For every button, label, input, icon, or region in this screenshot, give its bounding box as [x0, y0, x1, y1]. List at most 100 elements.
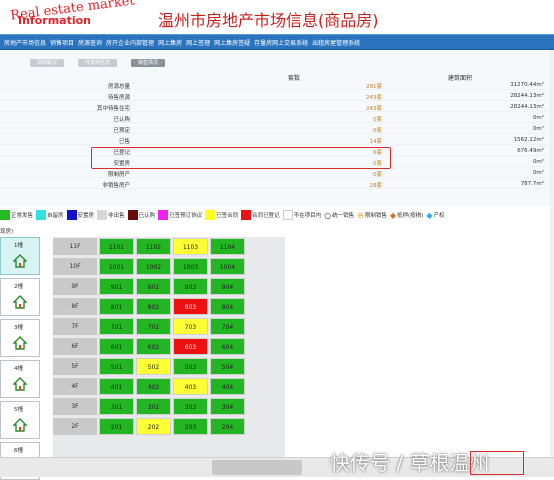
legend-item-mortgage: ◆ 抵押(按揭)	[390, 211, 423, 220]
unit-cell[interactable]: 702	[136, 318, 171, 335]
unit-cell[interactable]: 1002	[136, 258, 171, 275]
building-item[interactable]: 1幢	[0, 237, 40, 275]
stats-row: 其中待售住宅 243套 28244.13m²	[0, 102, 554, 112]
stats-row-count: 0套	[373, 172, 382, 178]
legend-item: 合同已登记	[241, 210, 280, 220]
circle-icon: ○	[324, 210, 332, 220]
unit-cell[interactable]: 601	[99, 338, 134, 355]
stats-row-area: 28244.13m²	[510, 93, 544, 99]
unit-cell[interactable]: 1004	[210, 258, 245, 275]
nav-item-housing-search[interactable]: 房源查询	[78, 38, 102, 47]
unit-cell[interactable]: 903	[173, 278, 208, 295]
stats-row-area: 0m²	[532, 126, 544, 132]
unit-cell[interactable]: 1104	[210, 238, 245, 255]
tab-developer-info[interactable]: 开发商信息	[78, 59, 118, 67]
unit-cell[interactable]: 901	[99, 278, 134, 295]
legend-swatch	[205, 210, 216, 220]
stats-row: 已预定 0套 0m²	[0, 124, 554, 134]
floor-row: 2F 201 202 203 204	[53, 417, 285, 437]
legend-label: 已认购	[138, 213, 156, 219]
unit-cell[interactable]: 1003	[173, 258, 208, 275]
unit-cell[interactable]: 404	[210, 378, 245, 395]
legend-swatch	[127, 210, 138, 220]
vertical-scrollbar[interactable]	[550, 50, 554, 457]
scroll-thumb[interactable]	[212, 460, 302, 475]
building-label: 5幢	[14, 407, 23, 413]
nav-item-online-collection[interactable]: 网上集房	[158, 38, 182, 47]
unit-cell[interactable]: 802	[136, 298, 171, 315]
stats-row-label: 其中待售住宅	[96, 106, 130, 112]
unit-cell[interactable]: 202	[136, 418, 171, 435]
stats-row-label: 待售房源	[107, 95, 130, 101]
unit-cell[interactable]: 1103	[173, 238, 208, 255]
highlight-annotation-bottom	[470, 451, 524, 475]
floor-row: 9F 901 902 903 904	[53, 277, 285, 297]
tab-project-overview[interactable]: 项目概况	[30, 59, 65, 67]
stats-row-count: 243套	[366, 95, 382, 101]
unit-cell[interactable]: 203	[173, 418, 208, 435]
unit-cell[interactable]: 1102	[136, 238, 171, 255]
stats-row-label: 非销售房产	[102, 183, 130, 189]
site-title: 温州市房地产市场信息(商品房)	[158, 11, 379, 30]
unit-cell[interactable]: 902	[136, 278, 171, 295]
building-item[interactable]: 2幢	[0, 278, 40, 316]
unit-cell[interactable]: 704	[210, 318, 245, 335]
unit-cell[interactable]: 403	[173, 378, 208, 395]
unit-cell[interactable]: 501	[99, 358, 134, 375]
tab-sales-status[interactable]: 销售情况	[131, 59, 166, 67]
unit-cell[interactable]: 302	[136, 398, 171, 415]
unit-cell[interactable]: 703	[173, 318, 208, 335]
nav-item-rental[interactable]: 出租房屋管理系统	[312, 38, 360, 47]
unit-cell[interactable]: 502	[136, 358, 171, 375]
unit-cell[interactable]: 503	[173, 358, 208, 375]
legend-swatch	[241, 210, 252, 220]
nav-item-online-collection-sign[interactable]: 网上集房签疑	[214, 38, 250, 47]
legend-swatch	[0, 210, 10, 220]
unit-cell[interactable]: 304	[210, 398, 245, 415]
nav-item-sales-projects[interactable]: 销售项目	[50, 38, 74, 47]
unit-cell[interactable]: 504	[210, 358, 245, 375]
legend-swatch	[66, 210, 77, 220]
building-label: 3幢	[14, 325, 23, 331]
unit-cell[interactable]: 803	[173, 298, 208, 315]
unit-cell[interactable]: 1101	[99, 238, 134, 255]
unit-cell[interactable]: 401	[99, 378, 134, 395]
building-icon	[13, 377, 27, 391]
unit-cell[interactable]: 701	[99, 318, 134, 335]
unit-cell[interactable]: 402	[136, 378, 171, 395]
dot-icon: ◆	[426, 210, 433, 220]
stats-row-count: 28套	[369, 183, 383, 189]
floor-label: 5F	[53, 358, 97, 375]
watermark: 快传号 / 草根温州	[330, 451, 490, 475]
ring-icon: ⊖	[357, 210, 364, 220]
unit-cell[interactable]: 1001	[99, 258, 134, 275]
nav-item-online-sign[interactable]: 网上签理	[186, 38, 210, 47]
nav-item-developer-internal[interactable]: 房开企业内部管理	[106, 38, 154, 47]
building-item[interactable]: 5幢	[0, 401, 40, 439]
unit-cell[interactable]: 301	[99, 398, 134, 415]
nav-item-market-info[interactable]: 房地产市场信息	[4, 38, 46, 47]
legend-label: 统一销售	[332, 213, 355, 219]
stats-row-area: 31270.44m²	[510, 82, 544, 88]
highlight-annotation	[91, 147, 391, 169]
unit-cell[interactable]: 303	[173, 398, 208, 415]
unit-cell[interactable]: 904	[210, 278, 245, 295]
floor-label: 3F	[53, 398, 97, 415]
unit-cell[interactable]: 801	[99, 298, 134, 315]
legend-label: 产权	[433, 213, 445, 219]
legend-label: 非出售	[108, 213, 125, 219]
unit-cell[interactable]: 602	[136, 338, 171, 355]
unit-cell[interactable]: 804	[210, 298, 245, 315]
building-label: 4幢	[14, 366, 23, 372]
legend-label: 正常发售	[11, 213, 34, 219]
stats-row-area: 0m²	[532, 115, 544, 121]
unit-cell[interactable]: 204	[210, 418, 245, 435]
unit-cell[interactable]: 603	[173, 338, 208, 355]
unit-cell[interactable]: 604	[210, 338, 245, 355]
building-item[interactable]: 3幢	[0, 319, 40, 357]
building-label: 1幢	[14, 243, 23, 249]
stats-row: 待售房源 243套 28244.13m²	[0, 91, 554, 101]
building-item[interactable]: 4幢	[0, 360, 40, 398]
nav-item-stock-housing[interactable]: 存量房网上交易系统	[254, 38, 308, 47]
unit-cell[interactable]: 201	[99, 418, 134, 435]
